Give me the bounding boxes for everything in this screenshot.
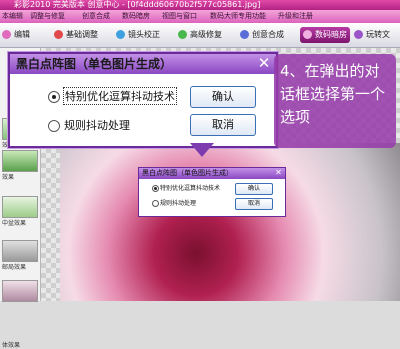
- confirm-button[interactable]: 确认: [190, 86, 256, 108]
- confirm-button[interactable]: 确认: [235, 183, 273, 195]
- menu-bar: 本编辑 调整与修复 创意合成 数码暗房 视图与窗口 数码大师专用功能 升级和注册: [0, 10, 400, 23]
- effect-label: 中盆效果: [2, 220, 27, 227]
- cancel-button[interactable]: 取消: [235, 198, 273, 210]
- menu-item-darkroom[interactable]: 数码暗房: [122, 10, 150, 23]
- effect-label: 效果: [2, 174, 15, 181]
- menu-item-edit[interactable]: 本编辑: [2, 10, 23, 23]
- cancel-button[interactable]: 取消: [190, 114, 256, 136]
- tool-lens-correction-button[interactable]: 镜头校正: [116, 27, 160, 43]
- tool-edit-button[interactable]: 编辑: [2, 27, 30, 43]
- compose-icon: [240, 30, 249, 39]
- close-icon[interactable]: ✕: [274, 168, 283, 177]
- menu-item-view[interactable]: 视图与窗口: [162, 10, 197, 23]
- dither-option-2-radio[interactable]: [48, 120, 60, 132]
- menu-item-compose[interactable]: 创意合成: [82, 10, 110, 23]
- lens-icon: [116, 30, 125, 39]
- tool-creative-compose-button[interactable]: 创意合成: [240, 27, 284, 43]
- tool-text-button[interactable]: 玩转文: [354, 27, 390, 43]
- instruction-text: 4、在弹出的对话框选择第一个选项: [280, 62, 386, 126]
- close-icon[interactable]: ✕: [256, 55, 272, 71]
- tool-darkroom-button[interactable]: 数码暗房: [300, 27, 350, 43]
- dither-option-2-label[interactable]: 规则抖动处理: [64, 117, 130, 133]
- window-title: 彩影2010 完美版本 创意中心 - [0f4ddd60670b2f577c05…: [14, 0, 261, 9]
- dialog-title: 黑白点阵图（单色图片生成）: [16, 57, 173, 71]
- darkroom-icon: [303, 30, 312, 39]
- effect-thumbnail[interactable]: [2, 196, 38, 218]
- edit-icon: [2, 30, 11, 39]
- effect-thumbnail[interactable]: [2, 150, 38, 172]
- menu-item-master[interactable]: 数码大师专用功能: [210, 10, 266, 23]
- dither-option-1-radio[interactable]: [152, 185, 159, 192]
- tool-advanced-repair-button[interactable]: 高级修复: [178, 27, 222, 43]
- tip-pointer: [190, 143, 214, 157]
- dither-dialog: 黑白点阵图（单色图片生成） ✕ 特别优化逗算抖动技术 规则抖动处理 确认 取消: [138, 167, 286, 217]
- instruction-tip: 4、在弹出的对话框选择第一个选项: [274, 54, 396, 148]
- dialog-title-bar: 黑白点阵图（单色图片生成） ✕: [139, 168, 285, 179]
- window-title-bar: 彩影2010 完美版本 创意中心 - [0f4ddd60670b2f577c05…: [0, 0, 400, 10]
- adjust-icon: [54, 30, 63, 39]
- zoomed-dither-dialog: 黑白点阵图（单色图片生成） ✕ 特别优化逗算抖动技术 规则抖动处理 确认 取消: [8, 52, 278, 148]
- toolbar: 编辑 基础调整 镜头校正 高级修复 创意合成 数码暗房 玩转文: [0, 23, 400, 48]
- dither-option-1-label[interactable]: 特别优化逗算抖动技术: [63, 87, 177, 105]
- dither-option-2-radio[interactable]: [152, 200, 159, 207]
- effect-label: 邮局效果: [2, 264, 27, 271]
- text-icon: [354, 30, 363, 39]
- menu-item-register[interactable]: 升级和注册: [278, 10, 313, 23]
- dither-option-1-radio[interactable]: [48, 91, 60, 103]
- effect-thumbnail[interactable]: [2, 240, 38, 262]
- tool-basic-adjust-button[interactable]: 基础调整: [54, 27, 98, 43]
- dialog-title-bar: 黑白点阵图（单色图片生成） ✕: [10, 54, 276, 74]
- effect-thumbnail[interactable]: [2, 280, 38, 302]
- menu-item-adjust[interactable]: 调整与修复: [30, 10, 65, 23]
- repair-icon: [178, 30, 187, 39]
- effect-label: 体效果: [2, 342, 21, 349]
- dither-option-1-label[interactable]: 特别优化逗算抖动技术: [160, 183, 220, 192]
- dither-option-2-label[interactable]: 规则抖动处理: [160, 198, 196, 207]
- dialog-title: 黑白点阵图（单色图片生成）: [142, 169, 233, 177]
